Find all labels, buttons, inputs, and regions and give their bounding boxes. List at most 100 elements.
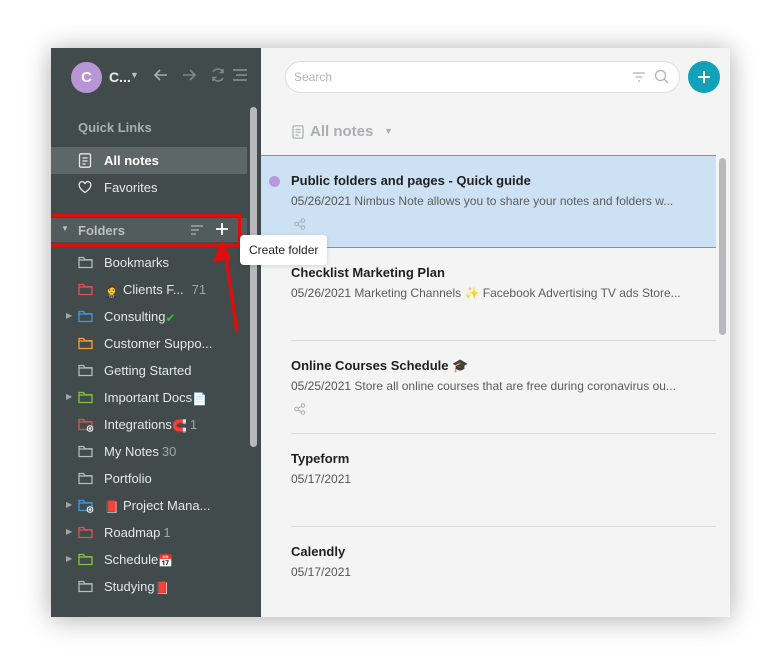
folder-item[interactable]: Integrations🧲 1 [51,411,247,438]
folder-label-wrap: Bookmarks [104,255,169,270]
arrow-right-icon[interactable] [180,66,198,84]
sidebar-item-label: All notes [104,153,159,168]
note-item[interactable]: Checklist Marketing Plan 05/26/2021 Marke… [261,248,716,341]
notes-panel: All notes ▼ Public folders and pages - Q… [261,48,730,617]
folder-label-wrap: 📕 Project Mana... [104,498,210,514]
expand-icon[interactable]: ▶ [66,392,72,401]
folder-label: Integrations [104,417,172,432]
notes-scrollbar[interactable] [719,158,726,335]
folder-emoji: 📕 [104,500,119,514]
folder-emoji: 📅 [158,554,174,568]
sidebar-item-label: Favorites [104,180,158,195]
folder-label: Getting Started [104,363,192,378]
note-item[interactable]: Public folders and pages - Quick guide 05… [261,155,716,248]
collapse-icon[interactable]: ▼ [61,224,69,233]
shared-folder-icon [78,418,94,432]
folder-item[interactable]: ▶ 📕 Project Mana... [51,492,247,519]
folder-item[interactable]: ▶ Roadmap 1 [51,519,247,546]
folder-label: Roadmap [104,525,161,540]
notes-icon [78,153,92,168]
folder-item[interactable]: ▶ Important Docs📄 [51,384,247,411]
sidebar-item-all-notes[interactable]: All notes [51,147,247,174]
folder-label: Bookmarks [104,255,170,270]
folder-icon [78,580,93,593]
folder-item[interactable]: Portfolio [51,465,247,492]
note-title: Calendly [291,544,346,559]
chevron-down-icon: ▼ [384,126,393,136]
folder-icon [78,310,93,323]
folder-label: Clients F... [122,282,184,297]
note-item[interactable]: Calendly 05/17/2021 [261,527,716,617]
sidebar-item-favorites[interactable]: Favorites [51,174,247,201]
note-title: Checklist Marketing Plan [291,265,445,280]
folder-icon [78,445,93,458]
add-note-button[interactable] [688,61,720,93]
folder-icon [78,553,93,566]
heart-icon [78,180,92,195]
expand-icon[interactable]: ▶ [66,554,72,563]
plus-icon [698,71,710,83]
folder-item[interactable]: ▶ Schedule📅 [51,546,247,573]
folder-icon [78,526,93,539]
note-date: 05/25/2021 [291,379,352,393]
expand-icon[interactable]: ▶ [66,500,72,509]
arrow-left-icon[interactable] [152,66,170,84]
note-item[interactable]: Online Courses Schedule 🎓 05/25/2021 Stor… [261,341,716,434]
folder-icon [78,391,93,404]
folder-label: Customer Suppo... [104,336,213,351]
shared-folder-icon [78,499,94,513]
folder-item[interactable]: ▶ Consulting✔ [51,303,247,330]
folder-label-wrap: Portfolio [104,471,152,486]
folder-label-wrap: Important Docs📄 [104,390,207,406]
menu-icon[interactable] [231,66,249,84]
note-preview-text: Store all online courses that are free d… [354,379,676,393]
folder-count: 1 [189,417,198,432]
note-item[interactable]: Typeform 05/17/2021 [261,434,716,527]
note-date: 05/26/2021 [291,194,352,208]
create-folder-button[interactable] [214,221,230,237]
filter-icon[interactable] [632,70,646,84]
folder-label-wrap: Roadmap 1 [104,525,171,540]
folder-item[interactable]: 🤵 Clients F... 71 [51,276,247,303]
search-icon[interactable] [654,69,669,84]
create-folder-tooltip: Create folder [240,235,328,265]
note-preview: 05/26/2021 Nimbus Note allows you to sha… [291,194,673,208]
note-preview-text: Marketing Channels ✨ Facebook Advertisin… [354,286,681,300]
folder-emoji: ✔ [165,311,176,325]
folder-label: Consulting [104,309,166,324]
avatar[interactable]: C [71,62,102,93]
note-preview: 05/26/2021 Marketing Channels ✨ Facebook… [291,286,681,300]
share-icon [294,218,306,230]
folder-count: 71 [191,282,207,297]
search-box[interactable] [285,61,680,93]
folder-label-wrap: Getting Started [104,363,191,378]
sync-icon[interactable] [209,66,227,84]
folder-item[interactable]: Getting Started [51,357,247,384]
expand-icon[interactable]: ▶ [66,527,72,536]
folder-emoji: 🤵 [104,284,119,298]
expand-icon[interactable]: ▶ [66,311,72,320]
sort-icon[interactable] [190,224,204,236]
account-dropdown-icon[interactable]: ▼ [130,70,139,80]
search-input[interactable] [294,68,614,86]
folder-label-wrap: Studying📕 [104,579,170,595]
note-date: 05/26/2021 [291,286,352,300]
folder-item[interactable]: Studying📕 [51,573,247,600]
folder-label: Project Mana... [122,498,211,513]
folder-label: Portfolio [104,471,152,486]
folders-header[interactable]: ▼ Folders [51,218,247,242]
folder-label: Important Docs [104,390,193,405]
list-title: All notes [310,123,374,140]
folder-item[interactable]: Bookmarks [51,249,247,276]
account-name[interactable]: C... [109,69,131,85]
folder-item[interactable]: Customer Suppo... [51,330,247,357]
folder-label-wrap: Customer Suppo... [104,336,212,351]
note-title: Online Courses Schedule 🎓 [291,358,469,373]
folders-title: Folders [78,223,125,238]
note-color-dot [269,176,280,187]
sidebar-scrollbar[interactable] [250,107,257,447]
note-preview: 05/17/2021 [291,565,351,579]
folder-label-wrap: 🤵 Clients F... 71 [104,282,206,298]
folder-item[interactable]: My Notes 30 [51,438,247,465]
quick-links-title: Quick Links [78,120,152,135]
